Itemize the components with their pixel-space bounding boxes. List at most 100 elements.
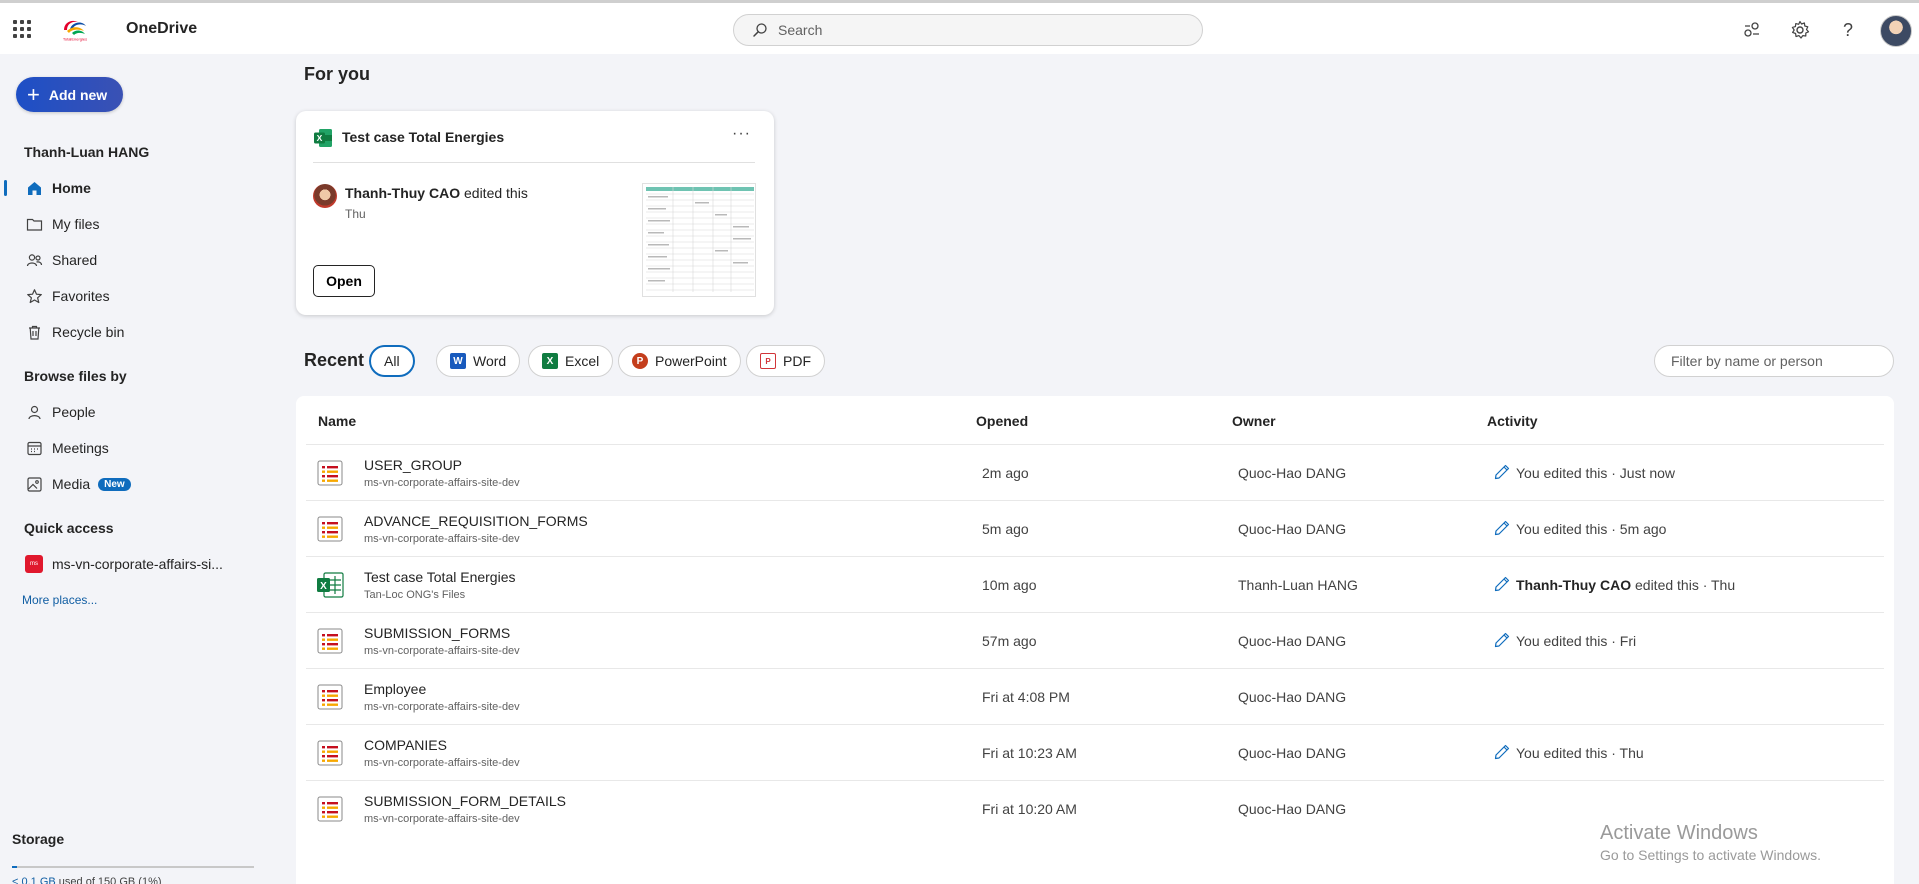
filter-excel-pill[interactable]: X Excel [528,345,614,377]
column-header-activity[interactable]: Activity [1487,413,1538,429]
file-name[interactable]: COMPANIES [364,737,447,753]
file-name[interactable]: Employee [364,681,426,697]
nav-home[interactable]: Home [0,171,270,205]
table-row[interactable]: X Test case Total Energies Tan-Loc ONG's F… [306,556,1884,612]
totalenergies-logo[interactable]: TotalEnergies [58,16,92,42]
filter-excel-label: Excel [565,353,600,369]
filter-word-pill[interactable]: W Word [436,345,521,377]
table-row[interactable]: COMPANIES ms-vn-corporate-affairs-site-de… [306,724,1884,780]
search-icon [753,23,767,37]
star-icon [25,287,43,305]
excel-file-icon: X [316,571,344,599]
filter-pdf-label: PDF [783,353,811,369]
file-name[interactable]: Test case Total Energies [364,569,516,585]
plus-icon: + [27,81,40,107]
add-new-button[interactable]: + Add new [16,77,123,112]
settings-gear-icon[interactable] [1789,19,1811,41]
filter-powerpoint-pill[interactable]: P PowerPoint [618,345,741,377]
opened-time: 5m ago [982,521,1029,537]
table-row[interactable]: ADVANCE_REQUISITION_FORMS ms-vn-corporate… [306,500,1884,556]
nav-favorites-label: Favorites [52,288,110,304]
list-icon [316,683,344,711]
opened-time: 57m ago [982,633,1037,649]
more-options-icon[interactable]: ··· [732,125,751,143]
person-avatar [313,184,337,208]
for-you-card[interactable]: X Test case Total Energies ··· Thanh-Thu… [296,111,774,315]
card-divider [313,162,755,163]
filter-pdf-pill[interactable]: P PDF [746,345,825,377]
svg-text:X: X [317,133,323,143]
column-header-opened[interactable]: Opened [976,413,1028,429]
file-owner: Quoc-Hao DANG [1238,521,1347,537]
card-person-name: Thanh-Thuy CAO [345,185,461,201]
quick-access-site[interactable]: ms ms-vn-corporate-affairs-si... [0,547,270,581]
card-title[interactable]: Test case Total Energies [342,129,504,145]
more-places-link[interactable]: More places... [22,593,97,607]
activity-description: edited this · Thu [1631,577,1736,593]
file-name[interactable]: SUBMISSION_FORMS [364,625,510,641]
calendar-icon [25,439,43,457]
card-time: Thu [345,207,366,221]
file-thumbnail[interactable] [642,183,756,297]
share-premium-icon[interactable] [1741,19,1763,41]
table-row[interactable]: Employee ms-vn-corporate-affairs-site-dev… [306,668,1884,724]
activity-text: You edited this · Thu [1516,745,1644,761]
activity-description: You edited this · Fri [1516,633,1637,649]
pdf-icon: P [760,353,776,369]
edit-pencil-icon [1493,463,1511,481]
file-owner: Quoc-Hao DANG [1238,633,1347,649]
file-name[interactable]: ADVANCE_REQUISITION_FORMS [364,513,588,529]
browse-meetings[interactable]: Meetings [0,431,270,465]
help-icon[interactable]: ? [1837,19,1859,41]
open-button[interactable]: Open [313,265,375,297]
list-icon [316,739,344,767]
nav-my-files-label: My files [52,216,100,232]
column-header-owner[interactable]: Owner [1232,413,1276,429]
search-box[interactable] [733,14,1203,46]
file-location: ms-vn-corporate-affairs-site-dev [364,533,520,545]
list-icon [316,515,344,543]
card-action: edited this [460,185,528,201]
storage-used[interactable]: < 0.1 GB [12,876,56,884]
nav-recycle-bin[interactable]: Recycle bin [0,315,270,349]
search-input[interactable] [778,22,1158,38]
card-activity: Thanh-Thuy CAO edited this [345,185,528,201]
opened-time: 2m ago [982,465,1029,481]
nav-shared[interactable]: Shared [0,243,270,277]
browse-media[interactable]: Media New [0,467,270,501]
file-name[interactable]: SUBMISSION_FORM_DETAILS [364,793,566,809]
filter-all-pill[interactable]: All [369,345,415,377]
browse-people[interactable]: People [0,395,270,429]
recent-heading: Recent [304,350,365,370]
app-launcher-icon[interactable] [13,20,31,38]
watermark-line-2: Go to Settings to activate Windows. [1600,847,1821,863]
list-icon [316,795,344,823]
user-avatar[interactable] [1880,15,1912,47]
file-owner: Thanh-Luan HANG [1238,577,1358,593]
svg-text:TotalEnergies: TotalEnergies [63,37,87,42]
column-header-name[interactable]: Name [318,413,356,429]
filter-box[interactable] [1654,345,1894,377]
nav-my-files[interactable]: My files [0,207,270,241]
powerpoint-icon: P [632,353,648,369]
edit-pencil-icon [1493,743,1511,761]
add-new-label: Add new [48,86,108,103]
filter-input[interactable] [1671,346,1881,376]
new-badge: New [98,477,131,491]
nav-favorites[interactable]: Favorites [0,279,270,313]
quick-access-heading: Quick access [24,520,114,536]
app-title[interactable]: OneDrive [126,20,197,38]
table-row[interactable]: SUBMISSION_FORMS ms-vn-corporate-affairs-… [306,612,1884,668]
svg-text:X: X [320,581,327,592]
nav-home-label: Home [52,180,91,196]
activity-text: You edited this · Just now [1516,465,1675,481]
file-name[interactable]: USER_GROUP [364,457,462,473]
table-row[interactable]: USER_GROUP ms-vn-corporate-affairs-site-d… [306,444,1884,500]
home-icon [25,179,43,197]
storage-heading: Storage [12,831,65,847]
storage-text[interactable]: < 0.1 GB used of 150 GB (1%) [12,876,162,884]
activity-person: Thanh-Thuy CAO [1516,577,1632,593]
activity-description: You edited this · 5m ago [1516,521,1667,537]
site-icon: ms [25,555,43,573]
file-owner: Quoc-Hao DANG [1238,801,1347,817]
